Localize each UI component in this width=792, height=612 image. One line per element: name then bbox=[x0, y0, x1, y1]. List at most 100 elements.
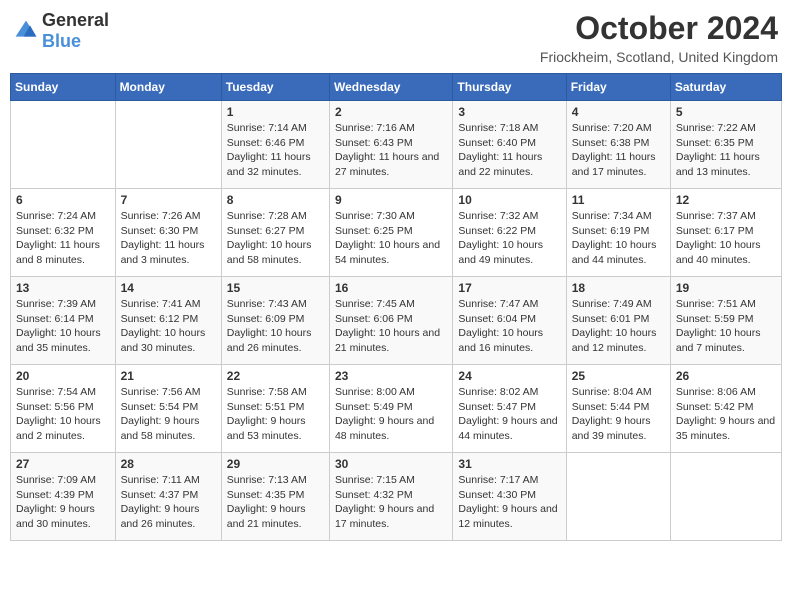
day-number: 24 bbox=[458, 369, 560, 383]
logo-blue: Blue bbox=[42, 31, 81, 51]
day-info: Sunrise: 7:43 AM Sunset: 6:09 PM Dayligh… bbox=[227, 297, 324, 356]
calendar-cell: 18 Sunrise: 7:49 AM Sunset: 6:01 PM Dayli… bbox=[566, 277, 670, 365]
day-number: 28 bbox=[121, 457, 216, 471]
day-info: Sunrise: 7:14 AM Sunset: 6:46 PM Dayligh… bbox=[227, 121, 324, 180]
weekday-header-thursday: Thursday bbox=[453, 74, 566, 101]
day-info: Sunrise: 8:02 AM Sunset: 5:47 PM Dayligh… bbox=[458, 385, 560, 444]
day-info: Sunrise: 7:47 AM Sunset: 6:04 PM Dayligh… bbox=[458, 297, 560, 356]
calendar-cell bbox=[115, 101, 221, 189]
day-info: Sunrise: 7:54 AM Sunset: 5:56 PM Dayligh… bbox=[16, 385, 110, 444]
title-block: October 2024 Friockheim, Scotland, Unite… bbox=[540, 10, 778, 65]
calendar-week-row: 13 Sunrise: 7:39 AM Sunset: 6:14 PM Dayli… bbox=[11, 277, 782, 365]
calendar-cell: 28 Sunrise: 7:11 AM Sunset: 4:37 PM Dayli… bbox=[115, 453, 221, 541]
day-number: 11 bbox=[572, 193, 665, 207]
weekday-header-sunday: Sunday bbox=[11, 74, 116, 101]
day-number: 29 bbox=[227, 457, 324, 471]
location-subtitle: Friockheim, Scotland, United Kingdom bbox=[540, 49, 778, 65]
calendar-table: SundayMondayTuesdayWednesdayThursdayFrid… bbox=[10, 73, 782, 541]
logo-general: General bbox=[42, 10, 109, 30]
weekday-header-friday: Friday bbox=[566, 74, 670, 101]
calendar-cell: 15Sunrise: 7:43 AM Sunset: 6:09 PM Dayli… bbox=[221, 277, 329, 365]
logo-icon bbox=[14, 19, 38, 43]
calendar-cell: 24 Sunrise: 8:02 AM Sunset: 5:47 PM Dayli… bbox=[453, 365, 566, 453]
calendar-cell: 8 Sunrise: 7:28 AM Sunset: 6:27 PM Daylig… bbox=[221, 189, 329, 277]
day-number: 17 bbox=[458, 281, 560, 295]
day-number: 12 bbox=[676, 193, 776, 207]
weekday-header-row: SundayMondayTuesdayWednesdayThursdayFrid… bbox=[11, 74, 782, 101]
day-number: 23 bbox=[335, 369, 447, 383]
day-number: 22 bbox=[227, 369, 324, 383]
weekday-header-wednesday: Wednesday bbox=[329, 74, 452, 101]
calendar-cell: 20 Sunrise: 7:54 AM Sunset: 5:56 PM Dayli… bbox=[11, 365, 116, 453]
calendar-cell: 29 Sunrise: 7:13 AM Sunset: 4:35 PM Dayli… bbox=[221, 453, 329, 541]
calendar-cell: 22 Sunrise: 7:58 AM Sunset: 5:51 PM Dayli… bbox=[221, 365, 329, 453]
day-number: 1 bbox=[227, 105, 324, 119]
calendar-cell: 7 Sunrise: 7:26 AM Sunset: 6:30 PM Daylig… bbox=[115, 189, 221, 277]
day-number: 7 bbox=[121, 193, 216, 207]
calendar-cell: 12 Sunrise: 7:37 AM Sunset: 6:17 PM Dayli… bbox=[670, 189, 781, 277]
calendar-cell: 16Sunrise: 7:45 AM Sunset: 6:06 PM Dayli… bbox=[329, 277, 452, 365]
day-number: 4 bbox=[572, 105, 665, 119]
calendar-week-row: 27Sunrise: 7:09 AM Sunset: 4:39 PM Dayli… bbox=[11, 453, 782, 541]
day-info: Sunrise: 7:58 AM Sunset: 5:51 PM Dayligh… bbox=[227, 385, 324, 444]
day-info: Sunrise: 7:41 AM Sunset: 6:12 PM Dayligh… bbox=[121, 297, 216, 356]
calendar-cell: 3 Sunrise: 7:18 AM Sunset: 6:40 PM Daylig… bbox=[453, 101, 566, 189]
day-info: Sunrise: 7:16 AM Sunset: 6:43 PM Dayligh… bbox=[335, 121, 447, 180]
day-number: 30 bbox=[335, 457, 447, 471]
day-info: Sunrise: 7:22 AM Sunset: 6:35 PM Dayligh… bbox=[676, 121, 776, 180]
day-info: Sunrise: 7:49 AM Sunset: 6:01 PM Dayligh… bbox=[572, 297, 665, 356]
day-number: 6 bbox=[16, 193, 110, 207]
day-number: 3 bbox=[458, 105, 560, 119]
day-info: Sunrise: 7:28 AM Sunset: 6:27 PM Dayligh… bbox=[227, 209, 324, 268]
day-number: 18 bbox=[572, 281, 665, 295]
calendar-cell: 4 Sunrise: 7:20 AM Sunset: 6:38 PM Daylig… bbox=[566, 101, 670, 189]
calendar-cell: 19Sunrise: 7:51 AM Sunset: 5:59 PM Dayli… bbox=[670, 277, 781, 365]
weekday-header-tuesday: Tuesday bbox=[221, 74, 329, 101]
day-info: Sunrise: 7:20 AM Sunset: 6:38 PM Dayligh… bbox=[572, 121, 665, 180]
day-info: Sunrise: 7:37 AM Sunset: 6:17 PM Dayligh… bbox=[676, 209, 776, 268]
day-info: Sunrise: 7:34 AM Sunset: 6:19 PM Dayligh… bbox=[572, 209, 665, 268]
day-info: Sunrise: 7:32 AM Sunset: 6:22 PM Dayligh… bbox=[458, 209, 560, 268]
calendar-cell bbox=[11, 101, 116, 189]
day-info: Sunrise: 8:04 AM Sunset: 5:44 PM Dayligh… bbox=[572, 385, 665, 444]
day-info: Sunrise: 7:11 AM Sunset: 4:37 PM Dayligh… bbox=[121, 473, 216, 532]
day-info: Sunrise: 7:26 AM Sunset: 6:30 PM Dayligh… bbox=[121, 209, 216, 268]
day-number: 20 bbox=[16, 369, 110, 383]
day-info: Sunrise: 7:18 AM Sunset: 6:40 PM Dayligh… bbox=[458, 121, 560, 180]
calendar-cell: 14Sunrise: 7:41 AM Sunset: 6:12 PM Dayli… bbox=[115, 277, 221, 365]
day-number: 31 bbox=[458, 457, 560, 471]
day-number: 8 bbox=[227, 193, 324, 207]
day-info: Sunrise: 7:24 AM Sunset: 6:32 PM Dayligh… bbox=[16, 209, 110, 268]
day-info: Sunrise: 7:45 AM Sunset: 6:06 PM Dayligh… bbox=[335, 297, 447, 356]
calendar-cell bbox=[566, 453, 670, 541]
day-info: Sunrise: 7:51 AM Sunset: 5:59 PM Dayligh… bbox=[676, 297, 776, 356]
calendar-week-row: 6 Sunrise: 7:24 AM Sunset: 6:32 PM Daylig… bbox=[11, 189, 782, 277]
calendar-week-row: 20 Sunrise: 7:54 AM Sunset: 5:56 PM Dayli… bbox=[11, 365, 782, 453]
logo: General Blue bbox=[14, 10, 109, 52]
day-info: Sunrise: 8:06 AM Sunset: 5:42 PM Dayligh… bbox=[676, 385, 776, 444]
calendar-cell: 31 Sunrise: 7:17 AM Sunset: 4:30 PM Dayli… bbox=[453, 453, 566, 541]
calendar-cell: 17 Sunrise: 7:47 AM Sunset: 6:04 PM Dayli… bbox=[453, 277, 566, 365]
day-info: Sunrise: 7:17 AM Sunset: 4:30 PM Dayligh… bbox=[458, 473, 560, 532]
calendar-cell: 6 Sunrise: 7:24 AM Sunset: 6:32 PM Daylig… bbox=[11, 189, 116, 277]
day-number: 2 bbox=[335, 105, 447, 119]
calendar-cell: 30Sunrise: 7:15 AM Sunset: 4:32 PM Dayli… bbox=[329, 453, 452, 541]
day-number: 26 bbox=[676, 369, 776, 383]
month-title: October 2024 bbox=[540, 10, 778, 47]
calendar-cell: 1 Sunrise: 7:14 AM Sunset: 6:46 PM Daylig… bbox=[221, 101, 329, 189]
calendar-cell: 27Sunrise: 7:09 AM Sunset: 4:39 PM Dayli… bbox=[11, 453, 116, 541]
calendar-cell: 23 Sunrise: 8:00 AM Sunset: 5:49 PM Dayli… bbox=[329, 365, 452, 453]
day-number: 5 bbox=[676, 105, 776, 119]
day-info: Sunrise: 7:13 AM Sunset: 4:35 PM Dayligh… bbox=[227, 473, 324, 532]
day-info: Sunrise: 7:39 AM Sunset: 6:14 PM Dayligh… bbox=[16, 297, 110, 356]
calendar-cell: 13 Sunrise: 7:39 AM Sunset: 6:14 PM Dayli… bbox=[11, 277, 116, 365]
day-info: Sunrise: 7:09 AM Sunset: 4:39 PM Dayligh… bbox=[16, 473, 110, 532]
day-number: 25 bbox=[572, 369, 665, 383]
day-number: 13 bbox=[16, 281, 110, 295]
calendar-week-row: 1 Sunrise: 7:14 AM Sunset: 6:46 PM Daylig… bbox=[11, 101, 782, 189]
calendar-cell: 9Sunrise: 7:30 AM Sunset: 6:25 PM Daylig… bbox=[329, 189, 452, 277]
day-info: Sunrise: 8:00 AM Sunset: 5:49 PM Dayligh… bbox=[335, 385, 447, 444]
day-info: Sunrise: 7:56 AM Sunset: 5:54 PM Dayligh… bbox=[121, 385, 216, 444]
calendar-cell: 21Sunrise: 7:56 AM Sunset: 5:54 PM Dayli… bbox=[115, 365, 221, 453]
calendar-cell: 5 Sunrise: 7:22 AM Sunset: 6:35 PM Daylig… bbox=[670, 101, 781, 189]
